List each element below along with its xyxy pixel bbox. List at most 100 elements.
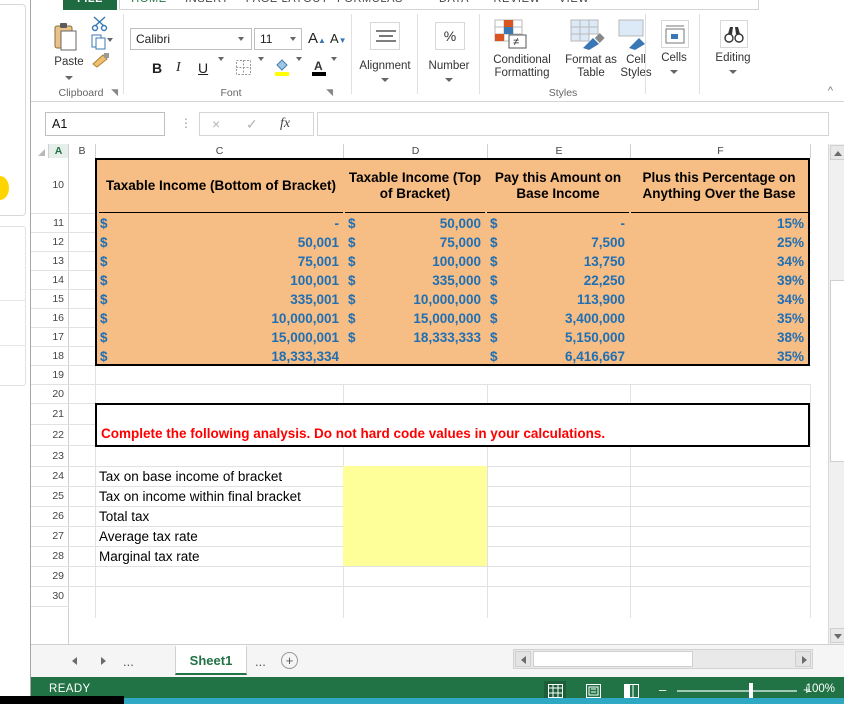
row-header-23[interactable]: 23 (31, 446, 69, 467)
borders-icon[interactable] (236, 60, 251, 78)
cell-f16-rate[interactable]: 35% (631, 311, 804, 326)
font-color-dropdown-icon[interactable] (331, 57, 337, 61)
cell-e13-base-tax[interactable]: 13,750 (490, 254, 625, 269)
fill-color-icon[interactable] (274, 58, 290, 79)
cell-e12-base-tax[interactable]: 7,500 (490, 235, 625, 250)
row-header-18[interactable]: 18 (31, 347, 69, 366)
underline-button[interactable]: U (198, 60, 208, 76)
row-header-19[interactable]: 19 (31, 366, 69, 385)
cell-d15-top[interactable]: 10,000,000 (348, 292, 481, 307)
cell-f18-rate[interactable]: 35% (631, 349, 804, 364)
tab-insert[interactable]: INSERT (181, 0, 233, 10)
percent-style-icon[interactable]: % (435, 22, 465, 50)
cell-e16-base-tax[interactable]: 3,400,000 (490, 311, 625, 326)
column-header-b[interactable]: B (69, 144, 96, 158)
row-header-24[interactable]: 24 (31, 467, 69, 487)
vertical-scroll-thumb[interactable] (830, 280, 844, 462)
row-header-22[interactable]: 22 (31, 425, 69, 446)
insert-function-icon[interactable]: fx (280, 116, 290, 132)
alignment-dropdown-arrow-icon[interactable] (381, 78, 389, 82)
row-header-12[interactable]: 12 (31, 233, 69, 252)
scroll-up-button[interactable] (830, 145, 844, 160)
scroll-left-button[interactable] (515, 651, 531, 667)
name-box[interactable]: A1 (45, 112, 165, 136)
row-header-27[interactable]: 27 (31, 527, 69, 547)
collapse-ribbon-icon[interactable]: ^ (828, 85, 833, 97)
clipboard-dialog-launcher-icon[interactable]: ◥ (111, 87, 118, 98)
row-header-10[interactable]: 10 (31, 158, 69, 214)
cell-d13-top[interactable]: 100,000 (348, 254, 481, 269)
previous-sheet-button[interactable] (67, 653, 83, 669)
cell-d27-value[interactable] (343, 526, 487, 546)
row-header-17[interactable]: 17 (31, 328, 69, 347)
column-header-e[interactable]: E (488, 144, 631, 158)
select-all-button[interactable] (31, 144, 49, 158)
editing-binoculars-icon[interactable] (720, 20, 748, 48)
cell-d25-value[interactable] (343, 486, 487, 506)
conditional-formatting-icon[interactable]: ≠ (493, 18, 533, 55)
number-dropdown-arrow-icon[interactable] (445, 78, 453, 82)
cell-e17-base-tax[interactable]: 5,150,000 (490, 330, 625, 345)
cell-e18-base-tax[interactable]: 6,416,667 (490, 349, 625, 364)
row-header-29[interactable]: 29 (31, 567, 69, 587)
row-header-30[interactable]: 30 (31, 587, 69, 607)
row-header-25[interactable]: 25 (31, 487, 69, 507)
alignment-icon[interactable] (370, 22, 400, 50)
bold-button[interactable]: B (152, 60, 162, 76)
font-color-icon[interactable]: A (311, 58, 327, 79)
formula-bar-handle[interactable]: ⋮ (180, 116, 192, 130)
cell-d16-top[interactable]: 15,000,000 (348, 311, 481, 326)
row-header-15[interactable]: 15 (31, 290, 69, 309)
font-size-dropdown-icon[interactable] (290, 37, 296, 41)
zoom-out-button[interactable]: – (659, 682, 666, 697)
cell-d24-value[interactable] (343, 466, 487, 486)
tab-review[interactable]: REVIEW (489, 0, 545, 10)
formula-input[interactable] (317, 112, 829, 136)
sheet-overflow-right[interactable]: ... (255, 654, 266, 669)
row-header-20[interactable]: 20 (31, 385, 69, 404)
font-name-input[interactable]: Calibri (130, 28, 252, 50)
column-header-a[interactable]: A (49, 144, 69, 158)
cell-c13-bottom[interactable]: 75,001 (100, 254, 339, 269)
row-header-26[interactable]: 26 (31, 507, 69, 527)
editing-dropdown-arrow-icon[interactable] (729, 70, 737, 74)
cells-area[interactable]: Taxable Income (Bottom of Bracket) Taxab… (69, 158, 811, 644)
add-sheet-button[interactable]: + (281, 652, 298, 669)
cells-icon[interactable] (661, 20, 689, 48)
copy-icon[interactable] (91, 34, 109, 50)
cell-d14-top[interactable]: 335,000 (348, 273, 481, 288)
cell-f17-rate[interactable]: 38% (631, 330, 804, 345)
enter-icon[interactable]: ✓ (246, 116, 258, 133)
cancel-icon[interactable]: × (212, 116, 220, 132)
zoom-slider-thumb[interactable] (749, 683, 753, 699)
row-header-28[interactable]: 28 (31, 547, 69, 567)
cell-c11-bottom[interactable]: - (100, 216, 340, 231)
row-header-16[interactable]: 16 (31, 309, 69, 328)
cells-dropdown-arrow-icon[interactable] (670, 70, 678, 74)
format-as-table-label[interactable]: Format as Table (563, 54, 619, 80)
next-sheet-button[interactable] (95, 653, 111, 669)
cell-c18-bottom[interactable]: 18,333,334 (100, 349, 339, 364)
row-header-14[interactable]: 14 (31, 271, 69, 290)
scroll-down-button[interactable] (830, 628, 844, 643)
conditional-formatting-label[interactable]: Conditional Formatting (483, 54, 561, 80)
font-name-dropdown-icon[interactable] (238, 37, 244, 41)
label-marginal-tax-rate[interactable]: Marginal tax rate (99, 549, 200, 564)
sheet-overflow-left[interactable]: ... (123, 654, 134, 669)
row-header-13[interactable]: 13 (31, 252, 69, 271)
tab-home[interactable]: HOME (123, 0, 175, 10)
cell-f12-rate[interactable]: 25% (631, 235, 804, 250)
zoom-level-label[interactable]: 100% (806, 683, 835, 695)
column-header-d[interactable]: D (344, 144, 488, 158)
cell-f13-rate[interactable]: 34% (631, 254, 804, 269)
decrease-font-size-icon[interactable]: A▼ (330, 31, 347, 46)
cell-f11-rate[interactable]: 15% (631, 216, 804, 231)
zoom-slider-track[interactable] (677, 690, 797, 692)
label-tax-within-final-bracket[interactable]: Tax on income within final bracket (99, 489, 301, 504)
fill-color-dropdown-icon[interactable] (296, 57, 302, 61)
borders-dropdown-icon[interactable] (258, 57, 264, 61)
cell-f15-rate[interactable]: 34% (631, 292, 804, 307)
label-total-tax[interactable]: Total tax (99, 509, 149, 524)
cell-c17-bottom[interactable]: 15,000,001 (100, 330, 339, 345)
tab-view[interactable]: VIEW (551, 0, 597, 10)
